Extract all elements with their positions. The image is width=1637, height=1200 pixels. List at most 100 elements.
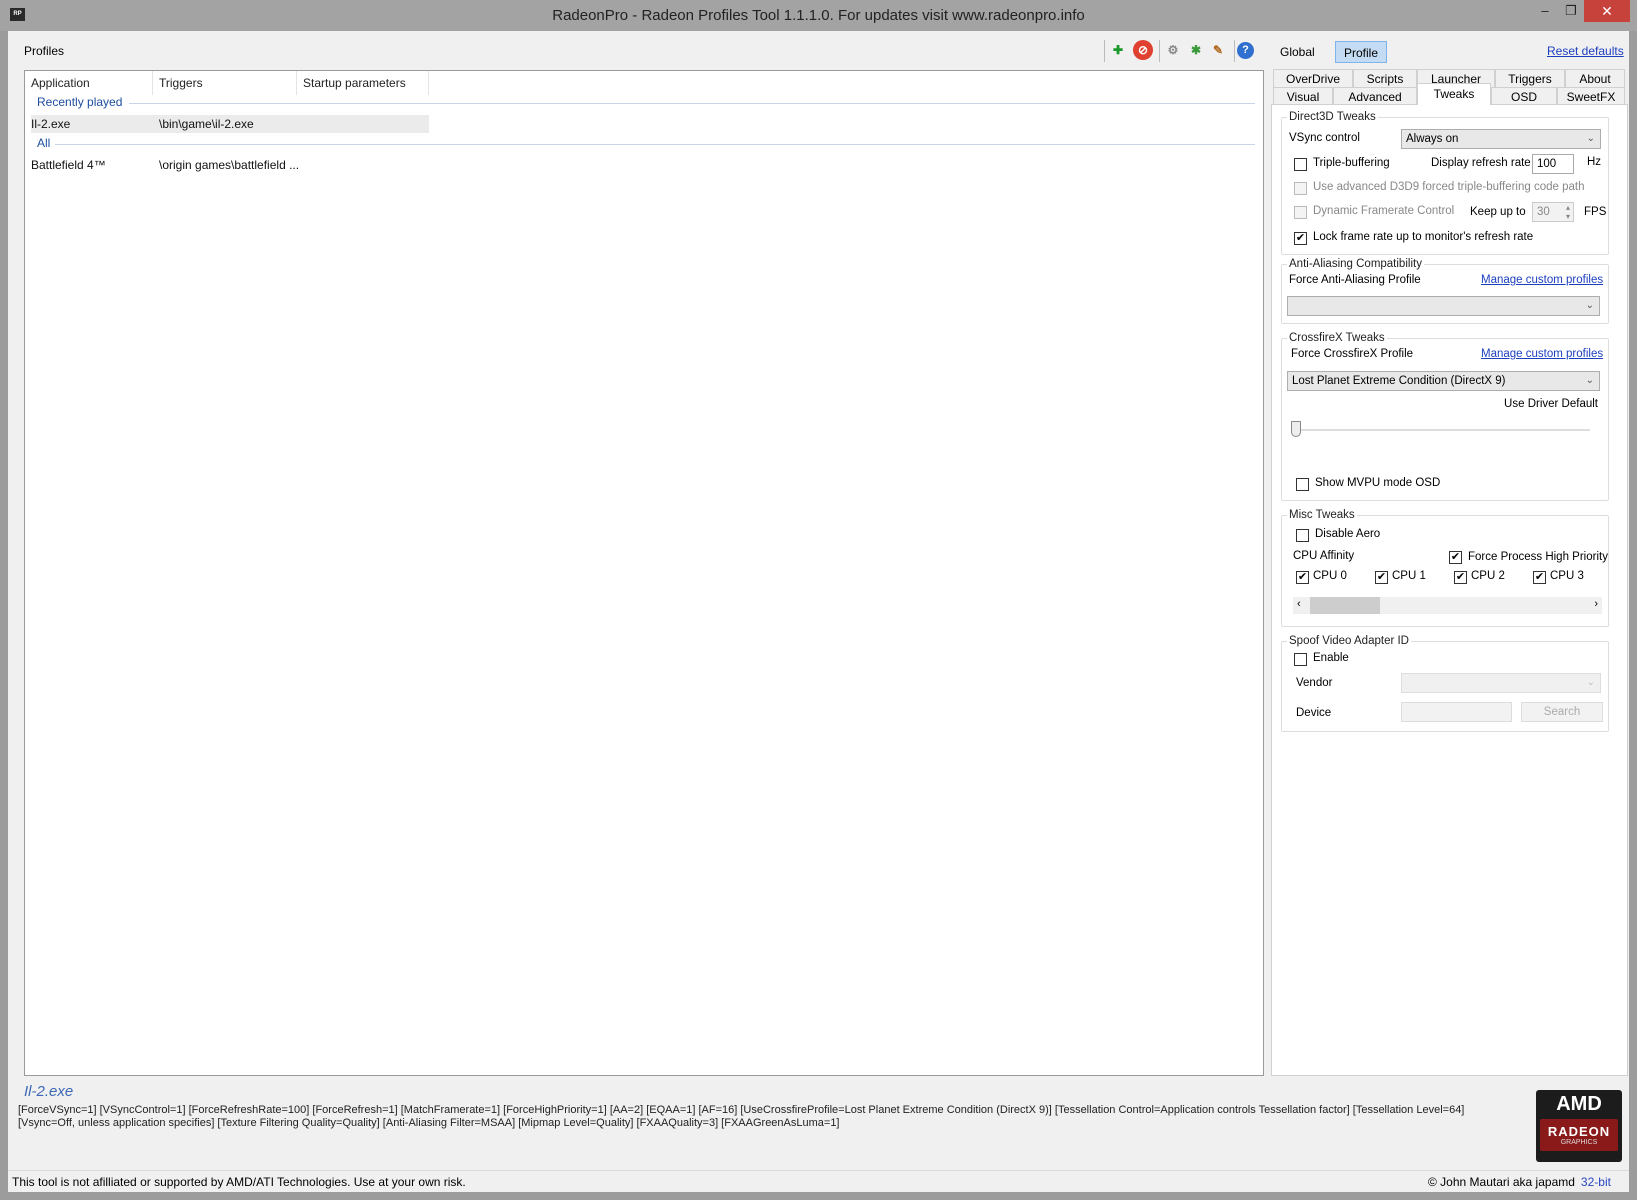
- advanced-d3d9-checkbox[interactable]: [1294, 182, 1307, 195]
- dynamic-framerate-label: Dynamic Framerate Control: [1313, 205, 1455, 217]
- import-icon[interactable]: ✱: [1186, 40, 1206, 60]
- cpu1-checkbox[interactable]: ✔: [1375, 571, 1388, 584]
- column-header-triggers[interactable]: Triggers: [153, 71, 297, 95]
- close-button[interactable]: ✕: [1584, 0, 1630, 22]
- group-divider: [55, 144, 1255, 145]
- crossfirex-group: CrossfireX Tweaks Force CrossfireX Profi…: [1281, 332, 1609, 501]
- row-application[interactable]: Battlefield 4™: [31, 156, 106, 174]
- manage-crossfirex-profiles-link[interactable]: Manage custom profiles: [1481, 348, 1603, 360]
- column-header-application[interactable]: Application: [25, 71, 153, 95]
- show-mvpu-osd-checkbox[interactable]: [1296, 478, 1309, 491]
- force-high-priority-label: Force Process High Priority: [1468, 551, 1608, 563]
- device-input[interactable]: [1401, 702, 1512, 722]
- manage-aa-profiles-link[interactable]: Manage custom profiles: [1481, 274, 1603, 286]
- delete-profile-icon[interactable]: ⊘: [1133, 40, 1153, 60]
- dynamic-framerate-checkbox[interactable]: [1294, 206, 1307, 219]
- profile-summary-text: [ForceVSync=1] [VSyncControl=1] [ForceRe…: [18, 1104, 1465, 1129]
- cpu3-label: CPU 3: [1550, 570, 1584, 582]
- group-all[interactable]: All: [37, 136, 50, 150]
- logo-sub: GRAPHICS: [1560, 1139, 1598, 1146]
- refresh-rate-input[interactable]: 100: [1532, 154, 1574, 174]
- tab-advanced[interactable]: Advanced: [1333, 87, 1417, 105]
- scrollbar-thumb[interactable]: [1310, 597, 1380, 614]
- anti-aliasing-group: Anti-Aliasing Compatibility Force Anti-A…: [1281, 258, 1609, 324]
- mvpu-slider-track[interactable]: [1296, 429, 1590, 431]
- cpu2-checkbox[interactable]: ✔: [1454, 571, 1467, 584]
- vendor-select[interactable]: ⌄: [1401, 673, 1601, 693]
- vsync-value: Always on: [1406, 133, 1459, 145]
- selected-profile-title: Il-2.exe: [24, 1083, 74, 1100]
- scroll-left-icon[interactable]: ‹: [1297, 598, 1301, 610]
- column-header-startup-parameters[interactable]: Startup parameters: [297, 71, 429, 95]
- amd-radeon-logo: AMD RADEON GRAPHICS: [1536, 1090, 1622, 1162]
- tab-triggers[interactable]: Triggers: [1495, 69, 1565, 87]
- add-profile-icon[interactable]: ✚: [1108, 40, 1128, 60]
- settings-icon[interactable]: ⚙: [1163, 40, 1183, 60]
- misc-tweaks-group: Misc Tweaks Disable Aero CPU Affinity ✔ …: [1281, 509, 1609, 627]
- profiles-list[interactable]: Application Triggers Startup parameters …: [24, 70, 1264, 1076]
- chevron-down-icon: ⌄: [1586, 133, 1595, 144]
- slider-caption: Use Driver Default: [1504, 398, 1598, 410]
- cpu3-checkbox[interactable]: ✔: [1533, 571, 1546, 584]
- vsync-label: VSync control: [1289, 132, 1360, 144]
- window-title: RadeonPro - Radeon Profiles Tool 1.1.1.0…: [552, 7, 1085, 24]
- scroll-right-icon[interactable]: ›: [1594, 598, 1598, 610]
- reset-defaults-link[interactable]: Reset defaults: [1547, 44, 1624, 58]
- cpu1-label: CPU 1: [1392, 570, 1426, 582]
- cpu-horizontal-scrollbar[interactable]: ‹ ›: [1293, 597, 1602, 614]
- tab-visual[interactable]: Visual: [1273, 87, 1333, 105]
- chevron-down-icon: ⌄: [1585, 300, 1594, 311]
- global-button[interactable]: Global: [1272, 41, 1323, 63]
- crossfirex-profile-select[interactable]: Lost Planet Extreme Condition (DirectX 9…: [1287, 371, 1600, 391]
- disclaimer-text: This tool is not afilliated or supported…: [12, 1175, 466, 1189]
- vendor-label: Vendor: [1296, 677, 1333, 689]
- logo-product: RADEON: [1547, 1124, 1611, 1139]
- author-text: © John Mautari aka japamd: [1428, 1175, 1575, 1189]
- tab-osd[interactable]: OSD: [1491, 87, 1557, 105]
- spoof-adapter-group: Spoof Video Adapter ID Enable Vendor ⌄ D…: [1281, 635, 1609, 732]
- disable-aero-label: Disable Aero: [1315, 528, 1381, 540]
- triple-buffering-label: Triple-buffering: [1313, 157, 1390, 169]
- row-application[interactable]: Il-2.exe: [31, 115, 70, 133]
- aa-profile-select[interactable]: ⌄: [1287, 296, 1600, 316]
- force-aa-label: Force Anti-Aliasing Profile: [1289, 274, 1421, 286]
- keep-up-to-label: Keep up to: [1470, 206, 1526, 218]
- cpu2-label: CPU 2: [1471, 570, 1505, 582]
- spin-arrows-icon[interactable]: ▴ ▾: [1566, 203, 1570, 221]
- row-trigger[interactable]: \bin\game\il-2.exe: [159, 115, 254, 133]
- profiles-label: Profiles: [24, 44, 65, 58]
- help-icon[interactable]: ?: [1237, 42, 1254, 59]
- spoof-enable-checkbox[interactable]: [1294, 653, 1307, 666]
- vsync-select[interactable]: Always on ⌄: [1401, 129, 1601, 149]
- tab-sweetfx[interactable]: SweetFX: [1557, 87, 1625, 105]
- clean-icon[interactable]: ✎: [1208, 40, 1228, 60]
- row-trigger[interactable]: \origin games\battlefield ...: [159, 156, 299, 174]
- cpu-affinity-label: CPU Affinity: [1293, 550, 1355, 562]
- group-title: Misc Tweaks: [1289, 509, 1355, 521]
- profile-button[interactable]: Profile: [1335, 41, 1388, 63]
- search-button[interactable]: Search: [1521, 702, 1603, 722]
- author-credit: © John Mautari aka japamd 32-bit: [1428, 1175, 1611, 1189]
- logo-brand: AMD: [1556, 1093, 1602, 1115]
- group-title: Anti-Aliasing Compatibility: [1289, 258, 1422, 270]
- refresh-rate-label: Display refresh rate: [1431, 157, 1531, 169]
- cpu0-checkbox[interactable]: ✔: [1296, 571, 1309, 584]
- maximize-button[interactable]: ❐: [1556, 0, 1586, 22]
- fps-stepper[interactable]: 30 ▴ ▾: [1532, 202, 1574, 222]
- lock-frame-rate-checkbox[interactable]: ✔: [1294, 232, 1307, 245]
- tab-tweaks[interactable]: Tweaks: [1417, 83, 1491, 105]
- triple-buffering-checkbox[interactable]: [1294, 158, 1307, 171]
- tab-overdrive[interactable]: OverDrive: [1273, 69, 1353, 87]
- group-title: Direct3D Tweaks: [1289, 111, 1376, 123]
- group-recently-played[interactable]: Recently played: [37, 95, 122, 109]
- mvpu-slider-thumb[interactable]: [1291, 421, 1301, 437]
- tab-about[interactable]: About: [1565, 69, 1625, 87]
- spoof-enable-label: Enable: [1313, 652, 1349, 664]
- force-high-priority-checkbox[interactable]: ✔: [1449, 551, 1462, 564]
- toolbar-separator: [1234, 40, 1235, 62]
- fps-value: 30: [1537, 206, 1550, 218]
- toolbar-separator: [1104, 40, 1105, 62]
- disable-aero-checkbox[interactable]: [1296, 529, 1309, 542]
- status-divider: [8, 1170, 1629, 1171]
- tab-scripts[interactable]: Scripts: [1353, 69, 1417, 87]
